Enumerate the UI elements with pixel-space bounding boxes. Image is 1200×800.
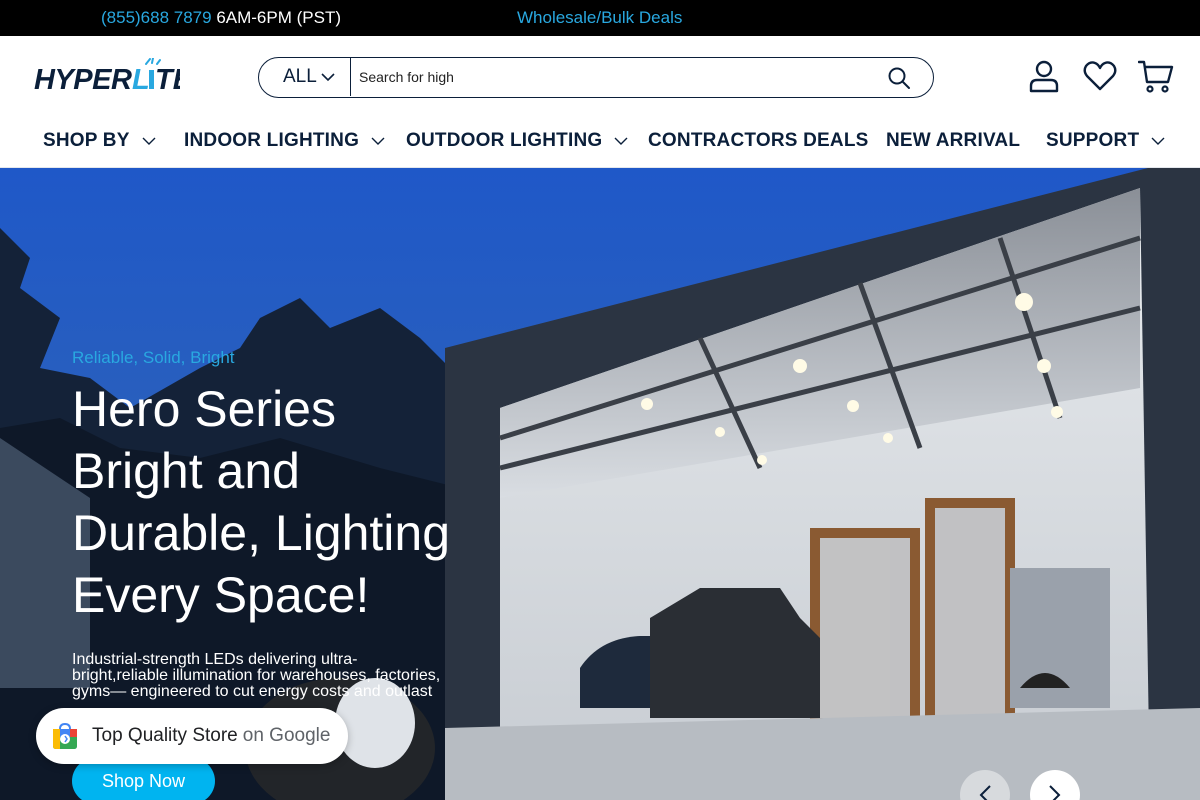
nav-item-label: CONTRACTORS DEALS xyxy=(648,130,869,151)
nav-item-outdoor-lighting[interactable]: OUTDOOR LIGHTING xyxy=(406,130,628,152)
badge-source: on Google xyxy=(242,725,331,746)
svg-text:HYPER: HYPER xyxy=(34,64,132,94)
svg-text:TE: TE xyxy=(155,64,180,94)
business-hours: 6AM-6PM (PST) xyxy=(211,8,341,27)
search-bar: ALL xyxy=(258,57,934,98)
logo-wordmark: HYPER L TE xyxy=(34,57,194,96)
hero-banner: Reliable, Solid, Bright Hero Series Brig… xyxy=(0,168,1200,800)
nav-item-label: INDOOR LIGHTING xyxy=(184,130,360,151)
nav-item-label: SHOP BY xyxy=(43,130,130,151)
nav-item-indoor-lighting[interactable]: INDOOR LIGHTING xyxy=(184,130,385,152)
nav-item-label: NEW ARRIVAL xyxy=(886,130,1021,151)
nav-item-label: SUPPORT xyxy=(1046,130,1140,151)
site-header: HYPER L TE ALL xyxy=(0,36,1200,118)
nav-item-new-arrival[interactable]: NEW ARRIVAL xyxy=(886,130,1020,152)
search-icon[interactable] xyxy=(887,66,911,90)
nav-item-label: OUTDOOR LIGHTING xyxy=(406,130,603,151)
shop-now-button[interactable]: Shop Now xyxy=(72,758,215,800)
logo[interactable]: HYPER L TE xyxy=(34,57,194,96)
cart-icon[interactable] xyxy=(1138,58,1174,94)
chevron-down-icon xyxy=(142,137,156,145)
hero-title: Hero Series Bright and Durable, Lighting… xyxy=(72,381,451,623)
search-category-select[interactable]: ALL xyxy=(259,58,351,96)
svg-text:L: L xyxy=(132,64,150,94)
google-shopping-bag-icon xyxy=(53,722,77,749)
hero-eyebrow: Reliable, Solid, Bright xyxy=(72,348,235,367)
hero-description: Industrial-strength LEDs delivering ultr… xyxy=(72,651,441,700)
main-navigation: SHOP BY INDOOR LIGHTING OUTDOOR LIGHTING… xyxy=(0,118,1200,168)
search-category-label: ALL xyxy=(283,66,317,87)
chevron-left-icon xyxy=(979,785,991,800)
chevron-down-icon xyxy=(371,137,385,145)
nav-item-shop-by[interactable]: SHOP BY xyxy=(43,130,156,152)
chevron-down-icon xyxy=(321,73,335,82)
wishlist-heart-icon[interactable] xyxy=(1082,58,1118,94)
wholesale-link[interactable]: Wholesale/Bulk Deals xyxy=(517,8,682,28)
search-input[interactable] xyxy=(359,64,869,90)
badge-title: Top Quality Store xyxy=(92,725,238,746)
account-icon[interactable] xyxy=(1026,58,1062,94)
chevron-down-icon xyxy=(1151,137,1165,145)
top-announcement-bar: (855)688 7879 6AM-6PM (PST) Wholesale/Bu… xyxy=(0,0,1200,36)
nav-item-contractors-deals[interactable]: CONTRACTORS DEALS xyxy=(648,130,869,152)
contact-info: (855)688 7879 6AM-6PM (PST) xyxy=(101,8,341,28)
chevron-right-icon xyxy=(1049,785,1061,800)
google-quality-badge[interactable]: Top Quality Store on Google xyxy=(36,708,348,764)
chevron-down-icon xyxy=(614,137,628,145)
nav-item-support[interactable]: SUPPORT xyxy=(1046,130,1165,152)
phone-link[interactable]: (855)688 7879 xyxy=(101,8,212,27)
